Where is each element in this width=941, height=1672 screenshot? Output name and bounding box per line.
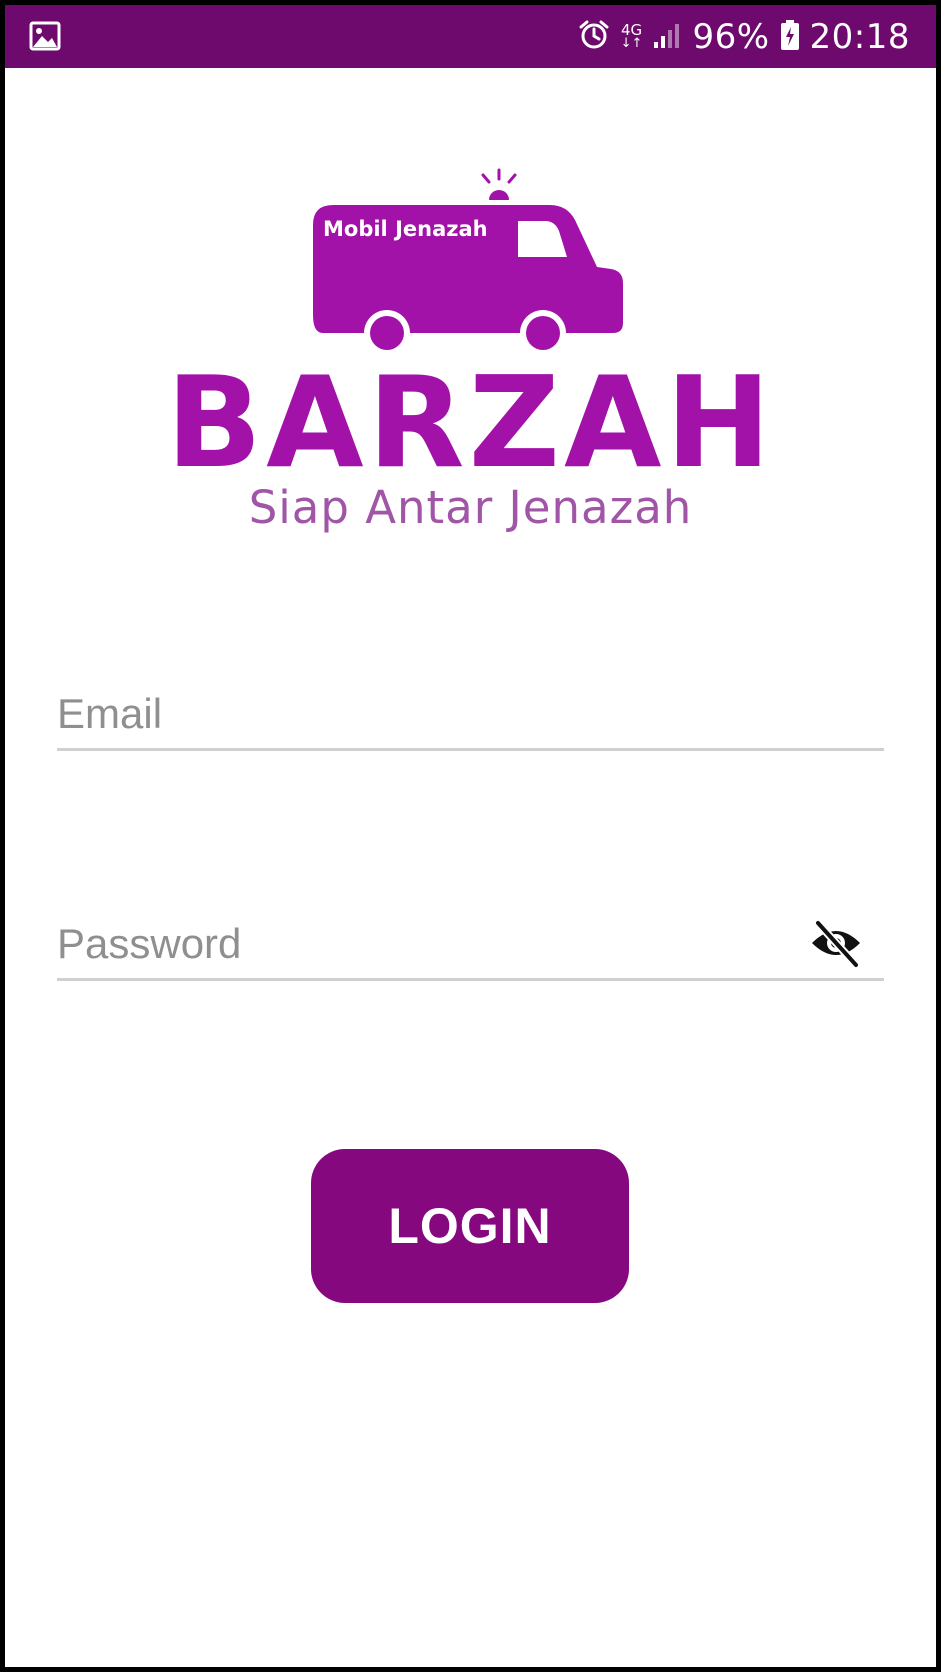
battery-charging-icon [780,19,800,55]
password-field [57,911,884,981]
brand-name: BARZAH [166,349,775,496]
eye-off-icon [812,919,860,969]
network-4g-icon: 4G ↓↑ [620,21,643,51]
alarm-icon [577,18,611,56]
password-visibility-toggle[interactable] [808,915,864,971]
status-bar: 4G ↓↑ 96% 20:18 [5,5,936,68]
app-logo: Mobil Jenazah BARZAH Siap Antar Jenazah [5,165,936,545]
signal-icon [652,20,682,54]
van-label: Mobil Jenazah [323,217,488,241]
email-input[interactable] [57,681,884,747]
password-input[interactable] [57,911,777,977]
login-button[interactable]: LOGIN [311,1149,629,1303]
battery-percent: 96% [692,16,770,57]
clock: 20:18 [809,16,910,57]
email-field [57,681,884,751]
image-notification-icon [29,21,61,51]
brand-tagline: Siap Antar Jenazah [248,481,693,534]
login-screen: 4G ↓↑ 96% 20:18 Mobil Jenazah BARZAH Sia… [0,0,941,1672]
ambulance-van-icon [313,168,623,355]
status-icons: 4G ↓↑ 96% 20:18 [577,5,910,68]
